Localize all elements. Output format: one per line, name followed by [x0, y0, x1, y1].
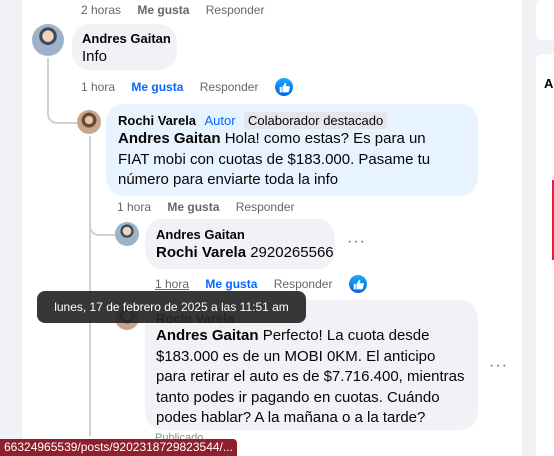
mention-link[interactable]: Andres Gaitan	[156, 327, 259, 344]
like-link[interactable]: Me gusta	[137, 3, 189, 17]
comment-bubble: Andres Gaitan Info	[72, 24, 177, 70]
reply-link[interactable]: Responder	[274, 277, 333, 291]
reply-link[interactable]: Responder	[200, 80, 259, 94]
timestamp-link[interactable]: 1 hora	[81, 80, 115, 94]
avatar[interactable]	[32, 24, 64, 56]
like-link[interactable]: Me gusta	[167, 200, 219, 214]
comment-author[interactable]: Andres Gaitan	[82, 31, 171, 46]
timestamp-tooltip: lunes, 17 de febrero de 2025 a las 11:51…	[37, 291, 306, 323]
thread-connector	[89, 214, 115, 236]
sidebar-heading: A	[544, 76, 554, 91]
comment-bubble: Rochi Varela Autor Colaborador destacado…	[106, 104, 478, 196]
timestamp-link[interactable]: 1 hora	[117, 200, 151, 214]
comment-actions: 1 hora Me gusta Responder	[117, 200, 307, 214]
more-options-icon[interactable]: ···	[347, 233, 366, 251]
timestamp-link[interactable]: 2 horas	[81, 3, 121, 17]
avatar[interactable]	[77, 110, 101, 134]
reply-link[interactable]: Responder	[206, 3, 265, 17]
comment-author[interactable]: Rochi Varela	[118, 113, 196, 128]
timestamp-link[interactable]: 1 hora	[155, 277, 189, 291]
comment-author[interactable]: Andres Gaitan	[156, 227, 245, 242]
comment-text: Andres Gaitan Hola! como estas? Es para …	[118, 129, 438, 191]
like-link[interactable]: Me gusta	[205, 277, 257, 291]
comment-text: Info	[82, 48, 108, 65]
mention-link[interactable]: Andres Gaitan	[118, 130, 221, 147]
top-contributor-badge: Colaborador destacado	[244, 112, 388, 129]
like-reaction-icon[interactable]	[349, 275, 367, 293]
comment-actions: 1 hora Me gusta Responder	[155, 277, 345, 291]
like-link[interactable]: Me gusta	[131, 80, 183, 94]
sidebar-card	[536, 0, 554, 40]
comment-actions: 1 hora Me gusta Responder	[81, 80, 271, 94]
reply-link[interactable]: Responder	[236, 200, 295, 214]
mention-link[interactable]: Rochi Varela	[156, 244, 246, 261]
status-bar-url: 66324965539/posts/9202318729823544/...	[0, 439, 237, 456]
more-options-icon[interactable]: ···	[489, 357, 508, 375]
comment-actions: 2 horas Me gusta Responder	[81, 3, 277, 17]
avatar[interactable]	[115, 222, 139, 246]
comment-text: Rochi Varela 2920265566	[156, 243, 334, 264]
thread-connector	[47, 92, 77, 124]
thread-line	[89, 136, 91, 436]
comment-body: 2920265566	[246, 244, 334, 261]
comment-text: Andres Gaitan Perfecto! La cuota desde $…	[156, 326, 468, 429]
comment-bubble: Andres Gaitan Rochi Varela 2920265566	[145, 219, 335, 269]
like-reaction-icon[interactable]	[275, 78, 293, 96]
right-sidebar: A	[536, 0, 554, 456]
author-badge: Autor	[204, 113, 236, 128]
